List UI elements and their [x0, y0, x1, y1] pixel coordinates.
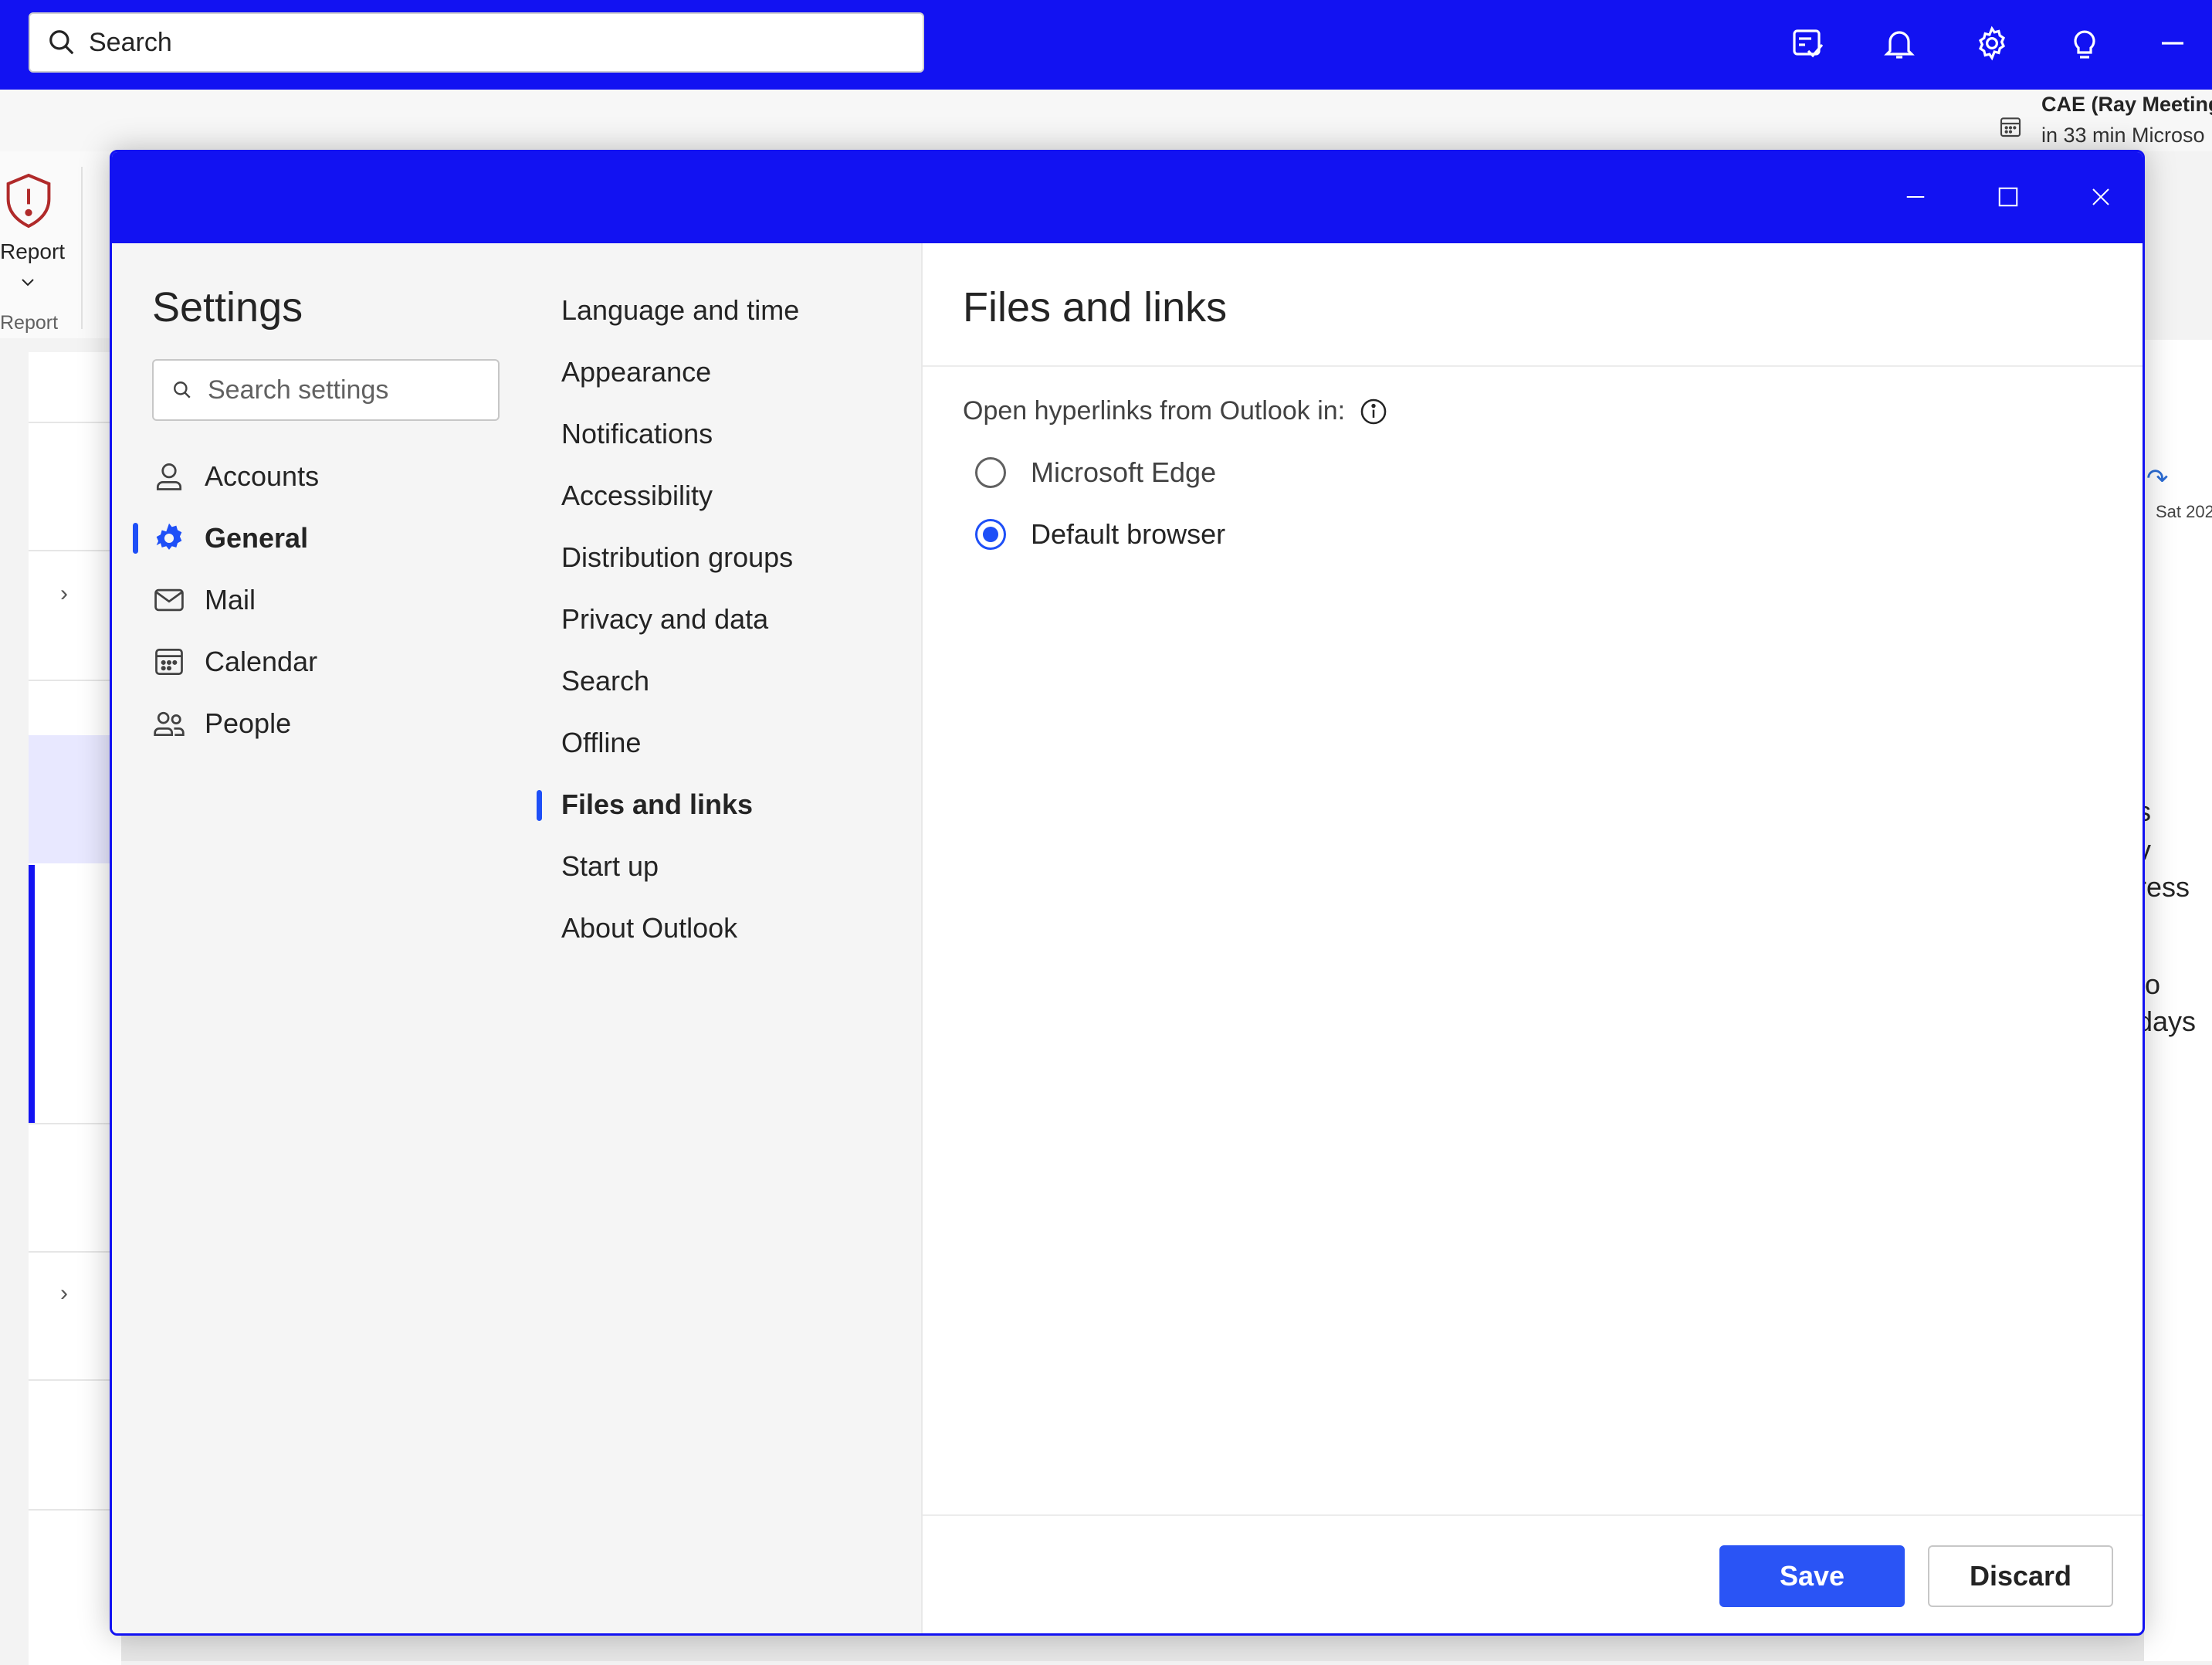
info-icon[interactable]: [1359, 397, 1388, 426]
radio-label: Microsoft Edge: [1031, 456, 1217, 488]
report-button-label[interactable]: Report: [0, 239, 65, 264]
close-button[interactable]: [2078, 174, 2124, 220]
lightbulb-icon[interactable]: [2061, 20, 2108, 66]
subcategory-appearance[interactable]: Appearance: [561, 356, 711, 388]
gear-icon[interactable]: [1969, 20, 2015, 66]
subcategory-distribution-groups[interactable]: Distribution groups: [561, 541, 793, 574]
chevron-right-icon[interactable]: ›: [60, 1280, 68, 1307]
subcategory-about-outlook[interactable]: About Outlook: [561, 912, 737, 944]
radio-option-microsoft-edge[interactable]: Microsoft Edge: [975, 446, 1216, 500]
shield-alert-icon[interactable]: [3, 171, 54, 230]
subcategory-start-up[interactable]: Start up: [561, 850, 659, 883]
category-label: General: [205, 522, 309, 554]
gear-icon: [152, 521, 186, 555]
category-general[interactable]: General: [152, 511, 507, 565]
close-icon: [2092, 188, 2109, 205]
mail-icon: [152, 583, 186, 617]
bell-icon[interactable]: [1876, 20, 1922, 66]
content-title: Files and links: [963, 284, 1228, 331]
search-placeholder: Search: [89, 27, 172, 57]
unread-indicator: [29, 865, 35, 995]
list-divider: [29, 680, 121, 681]
list-divider: [29, 1251, 121, 1253]
selection-indicator: [537, 790, 542, 821]
calendar-icon: [2000, 117, 2021, 137]
selection-indicator: [133, 523, 138, 554]
discard-button[interactable]: Discard: [1928, 1545, 2113, 1607]
tasks-check-icon[interactable]: [1785, 20, 1831, 66]
category-accounts[interactable]: Accounts: [152, 449, 507, 504]
list-divider: [29, 1123, 121, 1124]
reading-date: Sat 202: [2156, 502, 2212, 521]
calendar-icon: [152, 645, 186, 679]
settings-search-input[interactable]: Search settings: [152, 359, 500, 421]
search-input[interactable]: Search: [29, 12, 924, 73]
search-icon: [174, 381, 191, 398]
settings-search-placeholder: Search settings: [208, 375, 389, 405]
settings-title: Settings: [152, 284, 303, 331]
subcategory-language-and-time[interactable]: Language and time: [561, 294, 799, 327]
dialog-title-bar: [112, 152, 2143, 243]
settings-dialog: Settings Search settings Accounts Genera…: [110, 150, 2145, 1636]
divider: [923, 365, 2143, 367]
minimize-icon[interactable]: [2149, 20, 2196, 66]
list-divider: [29, 1379, 121, 1381]
category-calendar[interactable]: Calendar: [152, 635, 507, 689]
category-mail[interactable]: Mail: [152, 573, 507, 627]
radio-button-checked[interactable]: [975, 519, 1006, 550]
category-label: Accounts: [205, 460, 320, 492]
maximize-icon: [1998, 187, 2018, 207]
unread-indicator: [29, 995, 35, 1124]
maximize-button[interactable]: [1985, 174, 2031, 220]
minimize-icon: [1906, 196, 1925, 198]
category-label: People: [205, 707, 292, 739]
forward-icon[interactable]: ↷: [2146, 463, 2169, 494]
minimize-button[interactable]: [1892, 174, 1939, 220]
radio-button[interactable]: [975, 457, 1006, 488]
list-divider: [29, 550, 121, 551]
reading-text-fragment: ress: [2137, 871, 2190, 903]
category-label: Calendar: [205, 646, 318, 677]
ribbon-separator: [81, 167, 83, 329]
person-icon: [152, 459, 186, 493]
radio-option-default-browser[interactable]: Default browser: [975, 507, 1225, 561]
message-list[interactable]: [29, 352, 121, 1665]
category-label: Mail: [205, 584, 256, 615]
subheader-bar: [0, 90, 2212, 151]
chevron-down-icon[interactable]: [19, 275, 37, 290]
hyperlink-label-text: Open hyperlinks from Outlook in:: [963, 396, 1346, 426]
list-divider: [29, 1509, 121, 1511]
reminder-subtitle: in 33 min Microso: [2041, 124, 2205, 147]
radio-label: Default browser: [1031, 518, 1226, 550]
list-item-selected[interactable]: [29, 735, 121, 863]
subcategory-search[interactable]: Search: [561, 665, 649, 697]
subcategory-offline[interactable]: Offline: [561, 727, 641, 759]
subcategory-notifications[interactable]: Notifications: [561, 418, 713, 450]
hyperlink-setting-label: Open hyperlinks from Outlook in:: [963, 396, 1388, 426]
people-icon: [152, 707, 186, 741]
save-button[interactable]: Save: [1719, 1545, 1905, 1607]
subcategory-files-and-links[interactable]: Files and links: [561, 788, 753, 821]
list-divider: [29, 422, 121, 423]
chevron-right-icon[interactable]: ›: [60, 581, 68, 607]
subcategory-accessibility[interactable]: Accessibility: [561, 480, 713, 512]
search-icon: [49, 30, 74, 55]
category-people[interactable]: People: [152, 697, 507, 751]
ribbon-group-label: Report: [0, 312, 59, 334]
subcategory-privacy-and-data[interactable]: Privacy and data: [561, 603, 768, 636]
reading-text-fragment: days: [2137, 1005, 2197, 1037]
footer-divider: [923, 1514, 2143, 1516]
reminder-title[interactable]: CAE (Ray Meeting: [2041, 93, 2212, 117]
